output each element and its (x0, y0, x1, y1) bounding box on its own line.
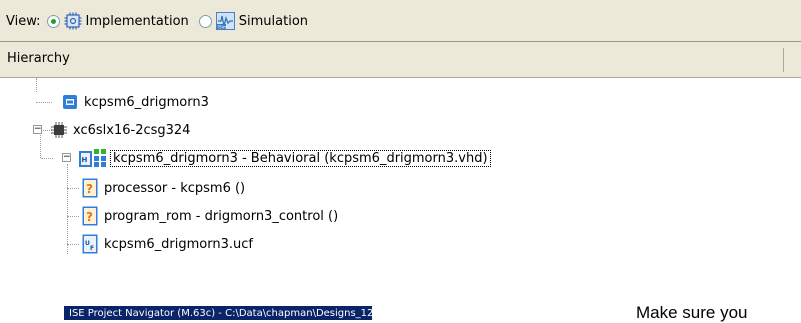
project-icon (63, 95, 77, 109)
simulation-option-label[interactable]: Simulation (239, 14, 308, 29)
svg-text:?: ? (86, 210, 93, 224)
svg-text:ISim: ISim (217, 24, 227, 30)
taskbar-window-title: ISE Project Navigator (M.63c) - C:\Data\… (69, 307, 372, 319)
tree-connector (67, 216, 79, 218)
simulation-radio[interactable] (198, 14, 212, 28)
tree-connector (36, 78, 38, 92)
tree-item-top-module[interactable]: H kcpsm6_drigmorn3 - Behavioral (kcpsm6_… (78, 147, 491, 169)
chip-icon (51, 122, 67, 138)
tree-item-label: program_rom - drigmorn3_control () (104, 208, 339, 224)
tree-connector (40, 135, 42, 158)
view-selector-row: View: Implementation ISim Simulation (6, 11, 308, 31)
tree-item-program-rom[interactable]: ? program_rom - drigmorn3_control () (82, 205, 338, 227)
tree-item-label: kcpsm6_drigmorn3.ucf (104, 236, 253, 252)
tree-item-processor[interactable]: ? processor - kcpsm6 () (82, 177, 245, 199)
tree-connector (67, 244, 79, 246)
tree-connector (67, 164, 69, 254)
missing-file-icon: ? (82, 206, 98, 226)
missing-file-icon: ? (82, 178, 98, 198)
tree-item-label: kcpsm6_drigmorn3 (84, 94, 209, 110)
hierarchy-header: Hierarchy (0, 42, 801, 78)
collapse-toggle[interactable]: − (62, 153, 71, 162)
tree-item-project[interactable]: kcpsm6_drigmorn3 (62, 91, 209, 113)
collapse-toggle[interactable]: − (33, 125, 42, 134)
ucf-file-icon: U F (82, 234, 98, 254)
tree-connector (36, 102, 52, 104)
taskbar-window-button[interactable]: ISE Project Navigator (M.63c) - C:\Data\… (64, 306, 372, 320)
tree-connector (67, 188, 79, 190)
tree-item-label: xc6slx16-2csg324 (73, 122, 191, 138)
view-label: View: (6, 13, 41, 29)
isim-icon: ISim (215, 12, 235, 30)
hierarchy-header-label: Hierarchy (7, 51, 70, 66)
vhdl-module-icon: H (79, 149, 106, 167)
tree-item-label: kcpsm6_drigmorn3 - Behavioral (kcpsm6_dr… (110, 149, 491, 167)
header-column-separator[interactable] (783, 48, 784, 72)
implementation-icon (64, 12, 82, 30)
tree-item-ucf[interactable]: U F kcpsm6_drigmorn3.ucf (82, 233, 253, 255)
hierarchy-tree: kcpsm6_drigmorn3 − xc6slx16-2csg324 − H … (0, 78, 801, 278)
implementation-radio[interactable] (46, 14, 60, 28)
implementation-option-label[interactable]: Implementation (86, 14, 189, 29)
tree-connector (41, 158, 53, 160)
tree-item-label: processor - kcpsm6 () (104, 180, 246, 196)
svg-text:F: F (90, 245, 94, 252)
svg-text:?: ? (86, 182, 93, 196)
tree-item-device[interactable]: xc6slx16-2csg324 (51, 119, 190, 141)
svg-text:H: H (82, 156, 88, 164)
view-selector-bar: View: Implementation ISim Simulation (0, 0, 801, 42)
instruction-text: Make sure you (636, 303, 748, 322)
